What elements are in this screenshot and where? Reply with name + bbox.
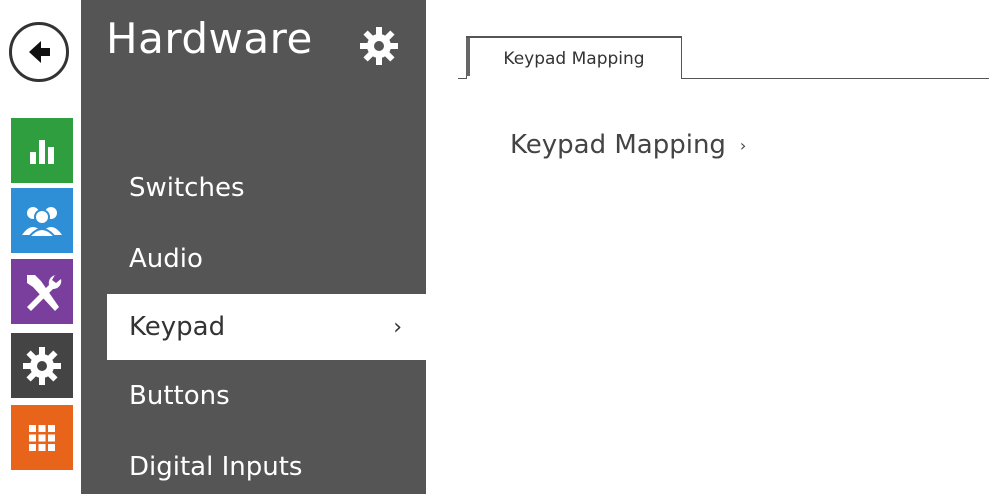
rail-tile-services[interactable] [11, 405, 73, 470]
grid-icon [29, 424, 55, 451]
rail-tile-system[interactable] [11, 333, 73, 398]
nav-item-label: Buttons [129, 381, 230, 411]
tab-label: Keypad Mapping [503, 48, 645, 69]
section-link-label: Keypad Mapping [510, 130, 726, 160]
rail-tile-status[interactable] [11, 118, 73, 183]
tab-bar: Keypad Mapping [458, 0, 989, 80]
nav-item-audio[interactable]: Audio [81, 226, 426, 292]
nav-item-label: Keypad [129, 312, 226, 342]
rail-tile-hardware[interactable] [11, 259, 73, 324]
gear-icon [23, 346, 61, 385]
nav-item-digital-inputs[interactable]: Digital Inputs [81, 434, 426, 500]
nav-item-buttons[interactable]: Buttons [81, 363, 426, 429]
rail-tile-directory[interactable] [11, 188, 73, 253]
nav-item-label: Audio [129, 244, 203, 274]
arrow-left-icon [29, 41, 50, 63]
tools-icon [27, 274, 62, 311]
nav-item-label: Switches [129, 173, 245, 203]
gear-icon[interactable] [357, 24, 401, 68]
nav-title: Hardware [106, 14, 313, 63]
tab-keypad-mapping[interactable]: Keypad Mapping [466, 36, 682, 79]
nav-item-label: Digital Inputs [129, 452, 303, 482]
keypad-mapping-link[interactable]: Keypad Mapping › [510, 130, 746, 160]
users-icon [22, 206, 62, 238]
section-nav-panel: Hardware Switches Audio Keypad › Buttons… [81, 0, 426, 494]
nav-item-switches[interactable]: Switches [81, 155, 426, 221]
chevron-right-icon: › [393, 314, 402, 340]
back-button[interactable] [9, 22, 69, 82]
app-icon-rail [0, 0, 80, 494]
bar-chart-icon [30, 139, 54, 164]
nav-item-keypad[interactable]: Keypad › [107, 294, 426, 360]
chevron-right-icon: › [739, 135, 747, 155]
